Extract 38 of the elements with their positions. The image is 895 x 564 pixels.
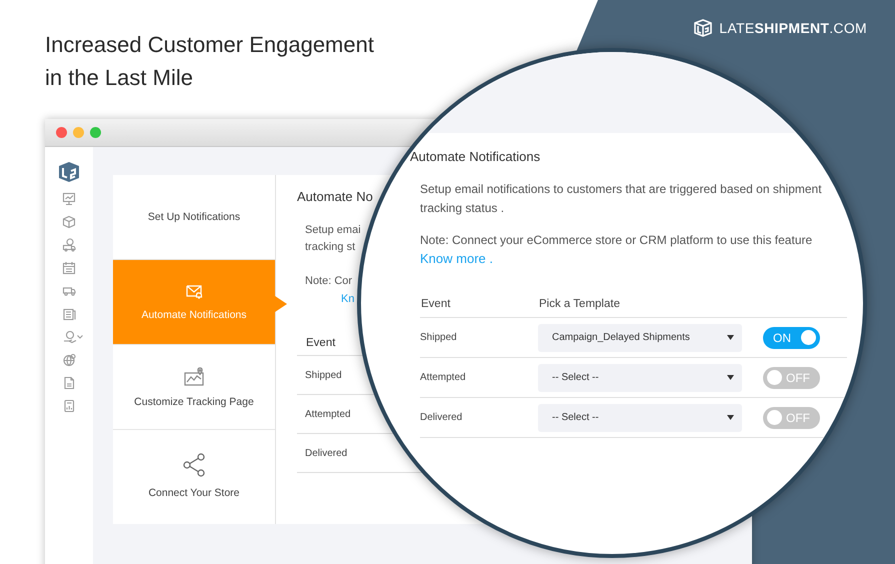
document-list-icon — [62, 307, 76, 321]
menu-item[interactable]: Customize Tracking Page — [113, 345, 275, 430]
note-text: Note: Cor — [304, 275, 352, 287]
caret-icon — [727, 415, 734, 420]
cube-logo-icon — [693, 19, 714, 37]
description-text: Setup email notifications to customers that are triggered based on shipment tracking status . — [420, 181, 823, 217]
headline-text: Increased Customer Engagement — [45, 31, 374, 59]
monitor-chart-icon — [62, 192, 76, 206]
headline-text: in the Last Mile — [45, 64, 193, 92]
caret-icon — [727, 375, 734, 380]
caret-icon — [727, 335, 734, 340]
panel-title: Automate Notifications — [410, 149, 542, 164]
template-dropdown[interactable]: -- Select -- — [538, 404, 742, 432]
close-button[interactable] — [56, 127, 67, 138]
menu-item[interactable]: Connect Your Store — [113, 430, 275, 522]
minimize-button[interactable] — [73, 127, 84, 138]
chart-pin-icon — [184, 366, 204, 386]
logo-icon — [57, 161, 81, 183]
document-icon — [62, 376, 76, 390]
truck-coin-icon — [62, 238, 76, 252]
maximize-button[interactable] — [90, 127, 101, 138]
box-icon — [62, 215, 76, 229]
envelope-bell-icon — [186, 284, 202, 298]
description-text: Setup emai — [305, 223, 361, 238]
description-text: tracking st — [305, 240, 356, 255]
coin-hand-icon — [63, 330, 77, 344]
brand-name: LATESHIPMENT.COM — [719, 20, 867, 36]
report-icon — [62, 399, 76, 413]
template-dropdown[interactable]: Campaign_Delayed Shipments — [538, 324, 742, 352]
template-dropdown[interactable]: -- Select -- — [538, 364, 742, 392]
chevron-down-icon — [77, 335, 83, 339]
note-text: Note: Connect your eCommerce store or CRM platform to use this feature — [420, 233, 814, 247]
share-icon — [183, 453, 205, 477]
globe-gear-icon — [62, 353, 76, 367]
panel-title: Automate No — [297, 189, 373, 204]
calendar-icon — [62, 261, 76, 275]
column-header: Pick a Template — [539, 298, 620, 310]
column-header: Event — [420, 298, 452, 310]
